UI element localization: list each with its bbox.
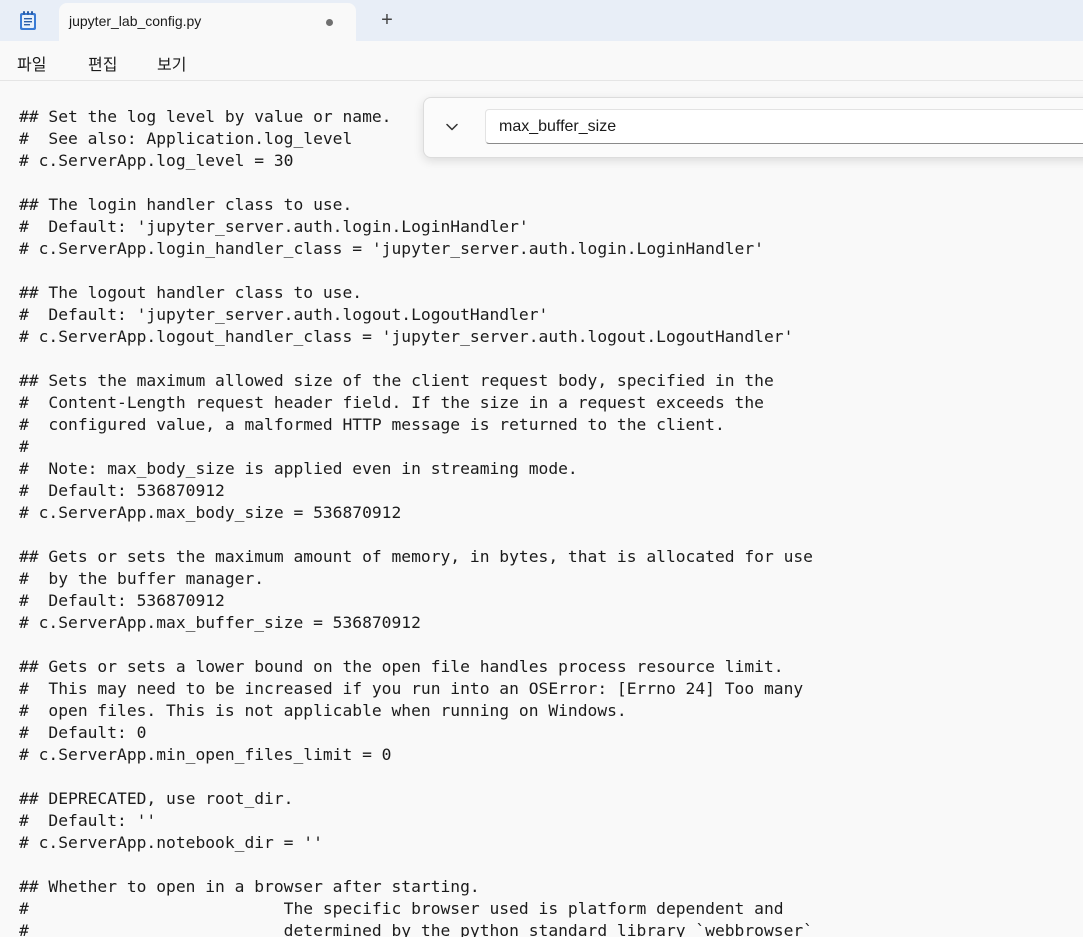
find-input[interactable] [485,109,1083,144]
code-line[interactable]: # The specific browser used is platform … [19,898,813,920]
menu-file[interactable]: 파일 [17,51,46,75]
code-line[interactable]: # c.ServerApp.min_open_files_limit = 0 [19,744,813,766]
code-line[interactable]: # by the buffer manager. [19,568,813,590]
tab-title: jupyter_lab_config.py [69,13,202,29]
code-line[interactable]: # Default: 0 [19,722,813,744]
code-line[interactable]: # Default: 'jupyter_server.auth.logout.L… [19,304,813,326]
code-line[interactable]: # c.ServerApp.login_handler_class = 'jup… [19,238,813,260]
code-line[interactable] [19,348,813,370]
code-line[interactable] [19,260,813,282]
code-line[interactable]: # Default: 536870912 [19,590,813,612]
code-line[interactable]: ## DEPRECATED, use root_dir. [19,788,813,810]
code-line[interactable] [19,172,813,194]
code-line[interactable]: # This may need to be increased if you r… [19,678,813,700]
code-line[interactable]: # [19,436,813,458]
menu-view[interactable]: 보기 [157,51,186,75]
code-line[interactable] [19,766,813,788]
code-line[interactable]: # c.ServerApp.max_body_size = 536870912 [19,502,813,524]
code-line[interactable]: ## Whether to open in a browser after st… [19,876,813,898]
code-line[interactable]: # Default: '' [19,810,813,832]
code-line[interactable]: # c.ServerApp.logout_handler_class = 'ju… [19,326,813,348]
menu-bar: 파일 편집 보기 [0,41,1083,81]
tab-jupyter-lab-config[interactable]: jupyter_lab_config.py [59,3,356,41]
code-line[interactable] [19,634,813,656]
code-line[interactable]: ## The login handler class to use. [19,194,813,216]
notepad-icon[interactable] [19,10,37,31]
text-editor[interactable]: ## Set the log level by value or name. # … [0,81,1083,937]
chevron-down-icon[interactable] [442,117,462,137]
menu-edit[interactable]: 편집 [88,51,117,75]
code-line[interactable]: # open files. This is not applicable whe… [19,700,813,722]
code-line[interactable]: # Default: 536870912 [19,480,813,502]
title-bar: jupyter_lab_config.py + [0,0,1083,41]
new-tab-button[interactable]: + [376,9,398,31]
code-line[interactable]: ## Gets or sets a lower bound on the ope… [19,656,813,678]
code-line[interactable]: # Default: 'jupyter_server.auth.login.Lo… [19,216,813,238]
code-line[interactable]: ## Sets the maximum allowed size of the … [19,370,813,392]
code-line[interactable]: # determined by the python standard libr… [19,920,813,937]
code-line[interactable]: ## The logout handler class to use. [19,282,813,304]
code-line[interactable]: # Note: max_body_size is applied even in… [19,458,813,480]
code-line[interactable]: # Content-Length request header field. I… [19,392,813,414]
code-line[interactable]: # c.ServerApp.max_buffer_size = 53687091… [19,612,813,634]
editor-content[interactable]: ## Set the log level by value or name. # … [19,106,813,937]
code-line[interactable]: # configured value, a malformed HTTP mes… [19,414,813,436]
code-line[interactable] [19,854,813,876]
unsaved-dot-icon[interactable] [326,19,333,26]
code-line[interactable] [19,524,813,546]
code-line[interactable]: ## Gets or sets the maximum amount of me… [19,546,813,568]
find-panel [423,97,1083,158]
code-line[interactable]: # c.ServerApp.notebook_dir = '' [19,832,813,854]
